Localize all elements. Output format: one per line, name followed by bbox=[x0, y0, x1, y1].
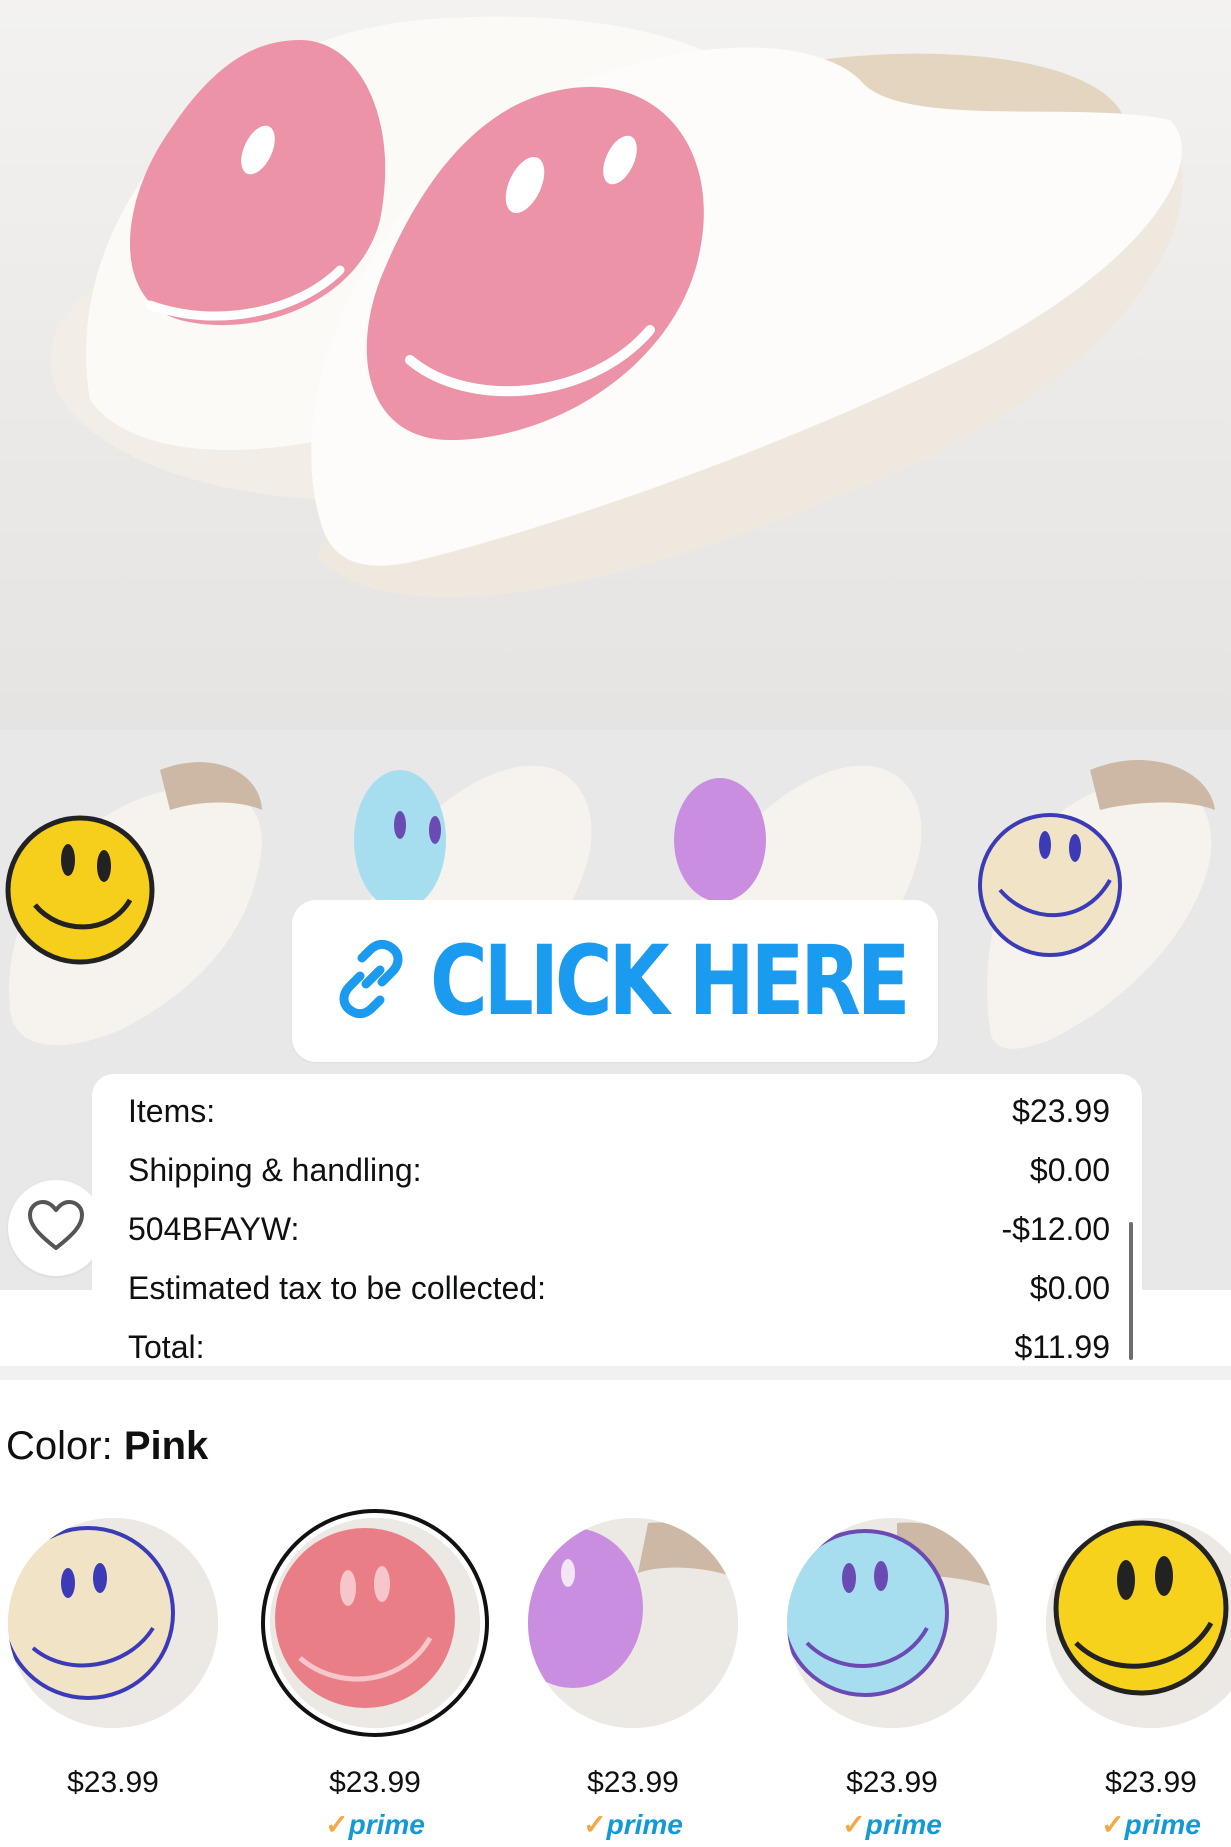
summary-label: Items: bbox=[128, 1092, 216, 1129]
summary-value: $11.99 bbox=[1014, 1328, 1111, 1365]
color-label-prefix: Color: bbox=[6, 1424, 113, 1468]
selected-color-name: Pink bbox=[123, 1424, 209, 1468]
summary-row-total: Total: $11.99 bbox=[128, 1322, 1110, 1372]
click-here-label: CLICK HERE bbox=[430, 925, 911, 1037]
scrollbar[interactable] bbox=[1129, 1222, 1133, 1360]
summary-label: Shipping & handling: bbox=[128, 1151, 422, 1188]
pink-smiley-slippers-photo bbox=[50, 16, 1183, 598]
prime-badge: ✓prime bbox=[787, 1808, 997, 1841]
summary-value: $0.00 bbox=[1029, 1269, 1110, 1306]
prime-text: prime bbox=[865, 1809, 942, 1840]
heart-outline-icon bbox=[26, 1198, 86, 1259]
link-icon bbox=[330, 938, 412, 1025]
prime-check-icon: ✓ bbox=[842, 1809, 866, 1840]
summary-label: 504BFAYW: bbox=[128, 1210, 300, 1247]
summary-value: $0.00 bbox=[1029, 1151, 1110, 1188]
prime-text: prime bbox=[1124, 1809, 1201, 1840]
summary-row-tax: Estimated tax to be collected: $0.00 bbox=[128, 1263, 1110, 1313]
summary-row-shipping: Shipping & handling: $0.00 bbox=[128, 1145, 1110, 1195]
summary-value: -$12.00 bbox=[1001, 1210, 1110, 1247]
swatch-price: $23.99 bbox=[329, 1766, 421, 1799]
prime-check-icon: ✓ bbox=[1101, 1809, 1125, 1840]
color-swatch-purple[interactable] bbox=[528, 1518, 738, 1728]
order-summary-card: Items: $23.99 Shipping & handling: $0.00… bbox=[92, 1074, 1142, 1366]
summary-label: Estimated tax to be collected: bbox=[128, 1269, 546, 1306]
prime-check-icon: ✓ bbox=[583, 1809, 607, 1840]
swatch-price: $23.99 bbox=[587, 1766, 679, 1799]
prime-badge: ✓prime bbox=[1046, 1808, 1231, 1841]
swatch-price: $23.99 bbox=[67, 1766, 159, 1799]
prime-badge: ✓prime bbox=[528, 1808, 738, 1841]
swatch-image bbox=[787, 1518, 997, 1728]
click-here-link[interactable]: CLICK HERE bbox=[292, 900, 938, 1062]
summary-label: Total: bbox=[128, 1328, 205, 1365]
prime-check-icon: ✓ bbox=[325, 1809, 349, 1840]
swatch-image bbox=[8, 1518, 218, 1728]
color-swatch-pink[interactable] bbox=[270, 1518, 480, 1728]
wishlist-button[interactable] bbox=[8, 1180, 104, 1276]
prime-text: prime bbox=[348, 1809, 425, 1840]
section-divider bbox=[0, 1366, 1231, 1380]
color-label: Color: Pink bbox=[6, 1424, 208, 1469]
prime-text: prime bbox=[606, 1809, 683, 1840]
summary-value: $23.99 bbox=[1012, 1092, 1110, 1129]
color-swatch-cream[interactable] bbox=[8, 1518, 218, 1728]
swatch-price: $23.99 bbox=[1105, 1766, 1197, 1799]
product-main-image[interactable] bbox=[0, 0, 1231, 730]
color-swatch-blue[interactable] bbox=[787, 1518, 997, 1728]
summary-row-promo: 504BFAYW: -$12.00 bbox=[128, 1204, 1110, 1254]
swatch-price: $23.99 bbox=[846, 1766, 938, 1799]
summary-row-items: Items: $23.99 bbox=[128, 1086, 1110, 1136]
prime-badge: ✓prime bbox=[270, 1808, 480, 1841]
swatch-image bbox=[528, 1518, 738, 1728]
swatch-image bbox=[270, 1518, 480, 1728]
